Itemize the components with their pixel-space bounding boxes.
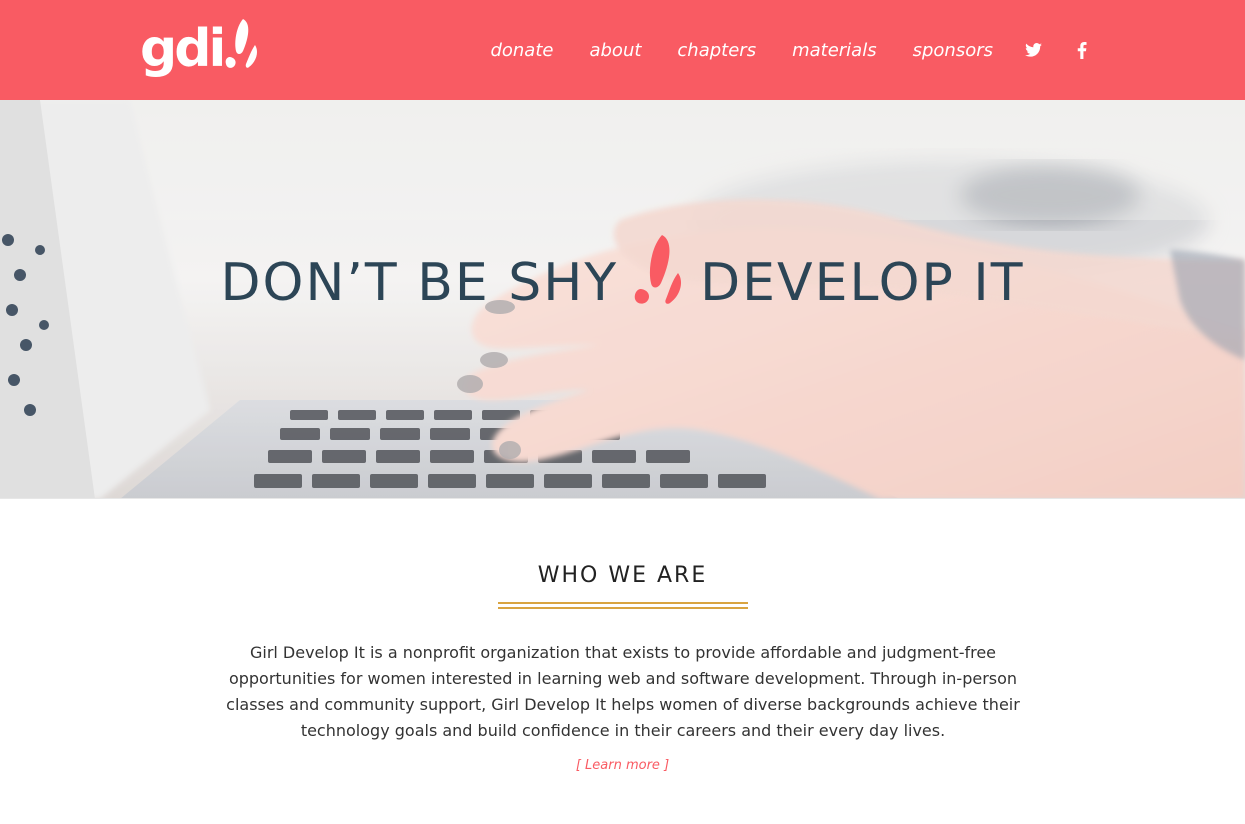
twitter-icon xyxy=(1025,43,1042,57)
twitter-link[interactable] xyxy=(1025,0,1042,100)
hero-title-right: DEVELOP IT xyxy=(700,252,1025,313)
logo-text: gdi xyxy=(140,19,226,79)
nav-link-sponsors[interactable]: sponsors xyxy=(913,40,993,61)
main-nav: donate about chapters materials sponsors xyxy=(454,0,993,100)
facebook-icon xyxy=(1077,41,1087,59)
about-description: Girl Develop It is a nonprofit organizat… xyxy=(226,643,1020,740)
hero-title-left: DON’T BE SHY xyxy=(220,252,619,313)
site-header: gdi donate about chapters materials spon… xyxy=(0,0,1245,100)
who-we-are-title: WHO WE ARE xyxy=(537,563,708,588)
nav-link-about[interactable]: about xyxy=(589,40,641,61)
splash-icon xyxy=(634,234,682,304)
title-double-rule xyxy=(498,602,748,609)
hero-banner: DON’T BE SHY DEVELOP IT xyxy=(0,100,1245,499)
gdi-logo[interactable]: gdi xyxy=(140,18,259,80)
learn-more-link[interactable]: [ Learn more ] xyxy=(0,758,1245,773)
nav-link-donate[interactable]: donate xyxy=(490,40,553,61)
section-divider xyxy=(0,498,1245,499)
hero-title: DON’T BE SHY DEVELOP IT xyxy=(0,234,1245,313)
nav-link-chapters[interactable]: chapters xyxy=(677,40,756,61)
splash-icon xyxy=(225,19,258,68)
facebook-link[interactable] xyxy=(1077,0,1087,100)
nav-link-materials[interactable]: materials xyxy=(792,40,877,61)
